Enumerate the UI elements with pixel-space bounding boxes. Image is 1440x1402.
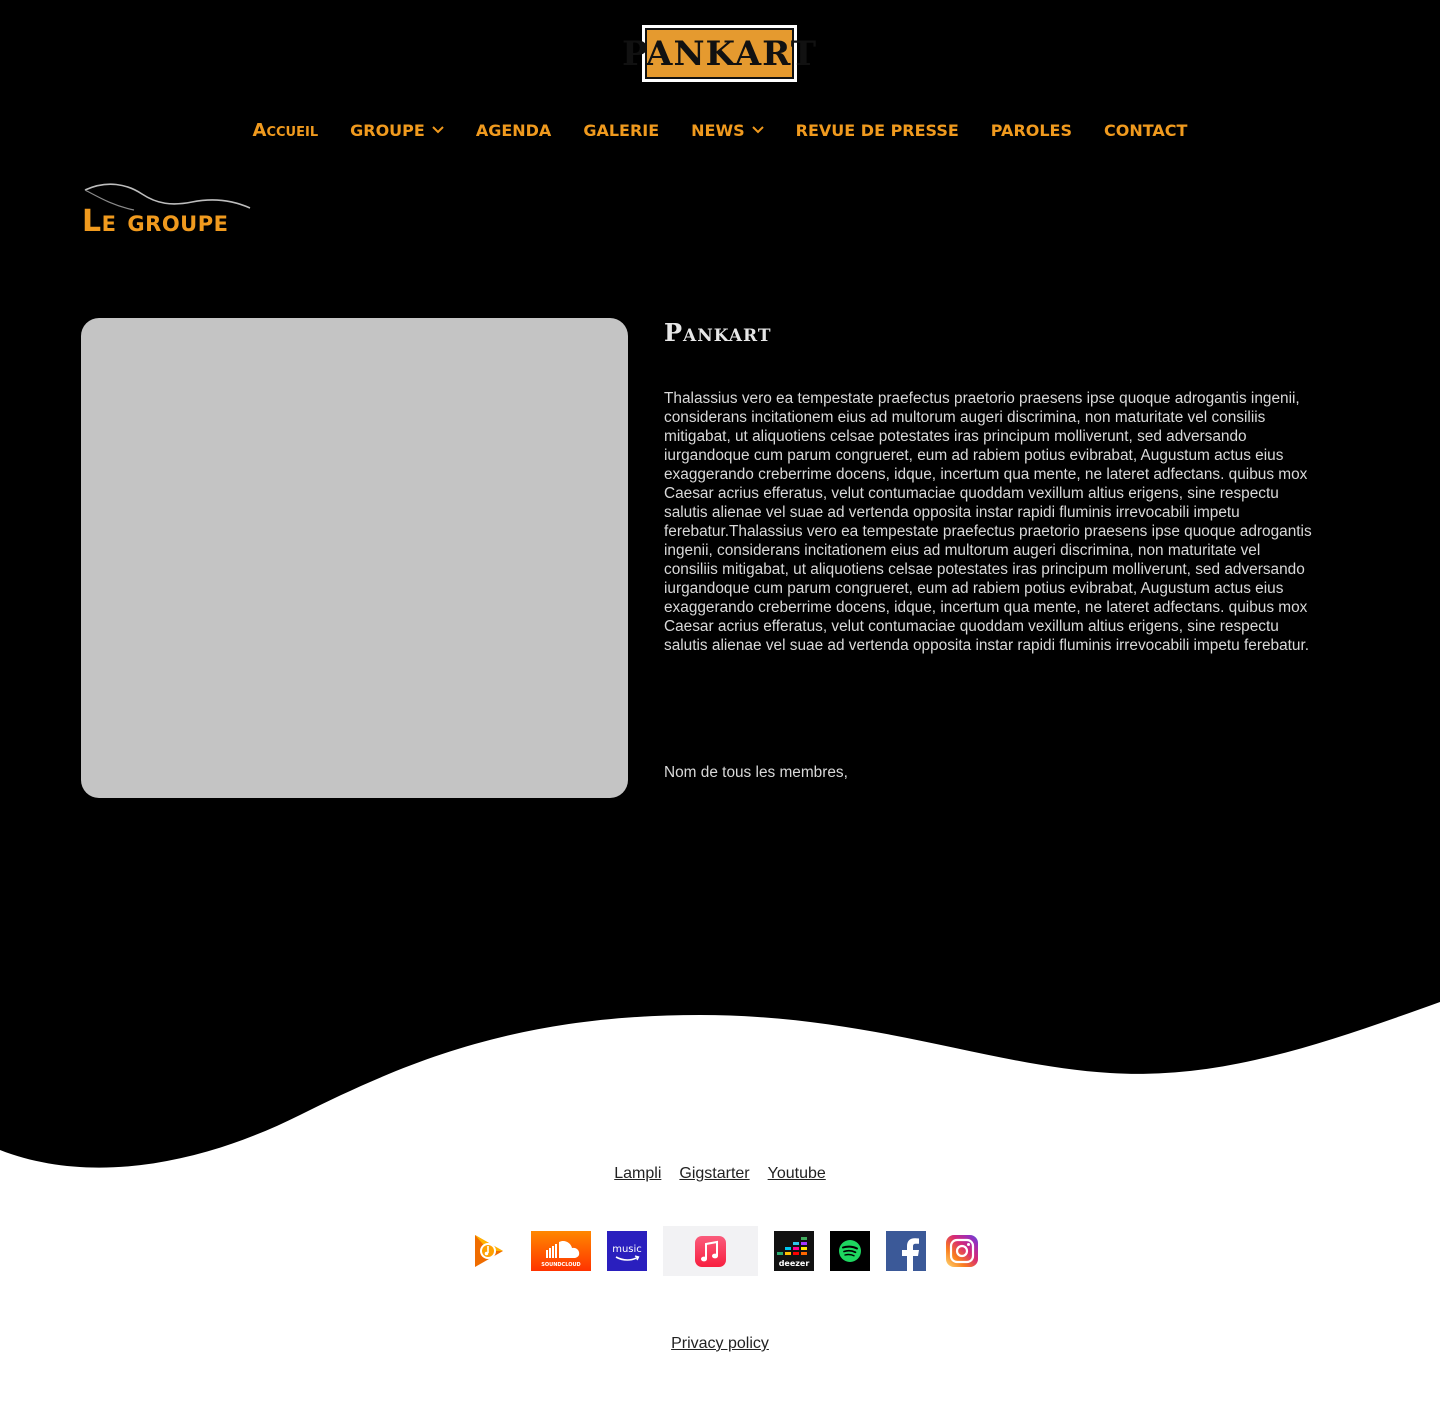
nav-item-label: Agenda: [475, 120, 552, 140]
link-gigstarter[interactable]: Gigstarter: [679, 1165, 749, 1183]
nav-item-accueil[interactable]: Accueil: [253, 120, 319, 141]
nav-item-label: Accueil: [252, 119, 319, 141]
nav-item-galerie[interactable]: Galerie: [583, 121, 659, 140]
logo-text: PANKART: [622, 28, 816, 79]
nav-item-news[interactable]: News: [691, 121, 764, 140]
nav-item-label: Contact: [1104, 120, 1188, 140]
google-play-music-icon[interactable]: [472, 1233, 506, 1269]
band-photo-placeholder: [81, 318, 628, 798]
nav-item-revue-de-presse[interactable]: Revue de presse: [796, 121, 959, 140]
band-bio: Thalassius vero ea tempestate praefectus…: [664, 390, 1312, 654]
facebook-icon[interactable]: [886, 1231, 926, 1271]
footer-links: Lampli Gigstarter Youtube: [0, 1165, 1440, 1183]
nav-item-label: Paroles: [990, 120, 1073, 140]
nav-item-label: News: [691, 120, 745, 140]
main-nav: Accueil Groupe Agenda Galerie News Revue…: [0, 118, 1440, 142]
nav-item-label: Revue de presse: [795, 120, 959, 140]
page-title: Le groupe: [82, 204, 229, 239]
band-name: Pankart: [664, 318, 772, 347]
nav-item-groupe[interactable]: Groupe: [350, 121, 444, 140]
band-members: Nom de tous les membres,: [664, 764, 848, 781]
amazon-music-icon[interactable]: music: [607, 1231, 647, 1271]
nav-item-paroles[interactable]: Paroles: [991, 121, 1072, 140]
nav-item-label: Groupe: [350, 120, 425, 140]
nav-item-agenda[interactable]: Agenda: [476, 121, 552, 140]
amazon-music-label: music: [612, 1244, 642, 1255]
pankart-logo[interactable]: PANKART: [622, 25, 816, 82]
soundcloud-icon[interactable]: SOUNDCLOUD: [531, 1231, 591, 1271]
chevron-down-icon: [432, 126, 444, 134]
deezer-icon[interactable]: deezer: [774, 1231, 814, 1271]
deezer-label: deezer: [779, 1259, 810, 1268]
instagram-icon[interactable]: [945, 1234, 979, 1268]
nav-item-label: Galerie: [583, 120, 660, 140]
nav-item-contact[interactable]: Contact: [1104, 121, 1187, 140]
link-youtube[interactable]: Youtube: [768, 1165, 826, 1183]
link-lampli[interactable]: Lampli: [614, 1165, 661, 1183]
apple-music-icon[interactable]: [663, 1226, 758, 1276]
privacy-policy-link[interactable]: Privacy policy: [0, 1335, 1440, 1353]
spotify-icon[interactable]: [830, 1231, 870, 1271]
soundcloud-label: SOUNDCLOUD: [541, 1262, 580, 1268]
chevron-down-icon: [751, 126, 764, 134]
